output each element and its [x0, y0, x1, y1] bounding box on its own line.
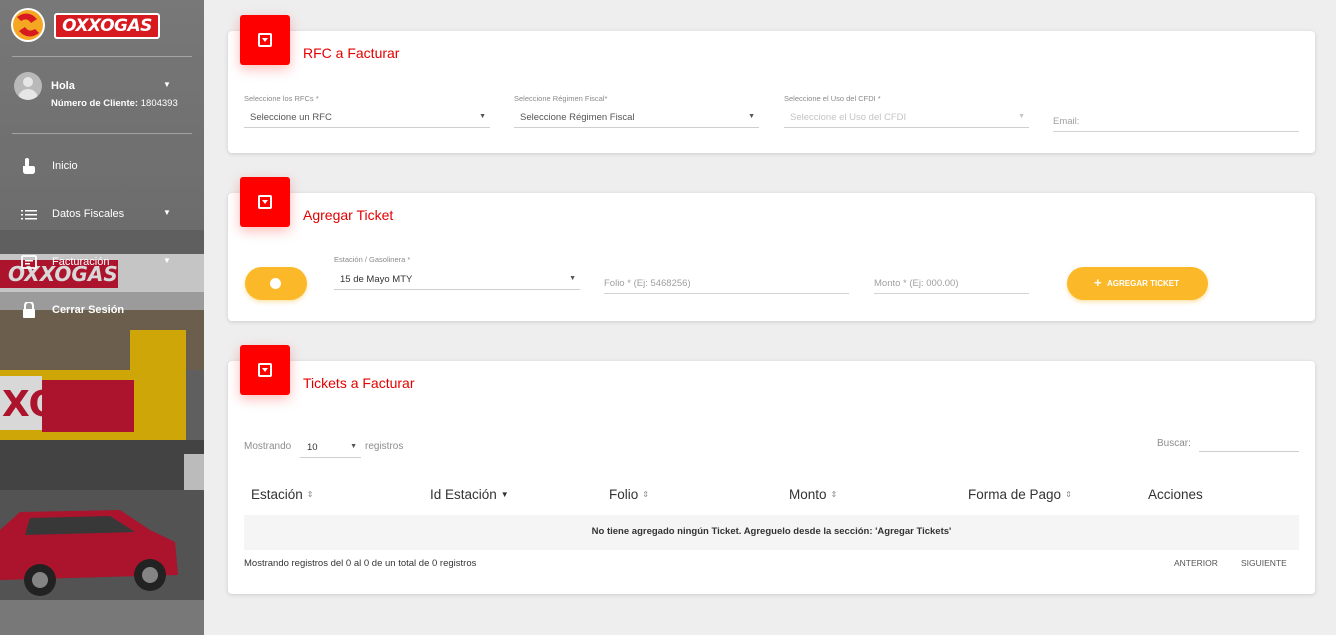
sidebar-divider — [12, 133, 192, 134]
sidebar-item-cerrar-sesion[interactable]: Cerrar Sesión — [0, 295, 204, 325]
chevron-down-icon: ▼ — [163, 208, 171, 217]
length-prefix: Mostrando — [244, 441, 292, 452]
table-info: Mostrando registros del 0 al 0 de un tot… — [244, 558, 477, 569]
inbox-icon — [258, 33, 272, 47]
regimen-select-value: Seleccione Régimen Fiscal — [520, 112, 635, 123]
dropdown-arrow-icon: ▼ — [569, 275, 576, 282]
avatar — [14, 72, 42, 100]
client-number-value: 1804393 — [140, 98, 178, 109]
length-suffix: registros — [365, 441, 404, 452]
folio-placeholder: Folio * (Ej: 5468256) — [604, 278, 691, 289]
column-label: Monto — [789, 487, 827, 502]
sort-desc-icon: ▼ — [500, 490, 509, 499]
add-ticket-label: AGREGAR TICKET — [1107, 279, 1179, 288]
card-title: Agregar Ticket — [303, 207, 394, 223]
column-header-forma-de-pago[interactable]: Forma de Pago ⇕ — [968, 487, 1072, 502]
dropdown-arrow-icon: ▼ — [1018, 113, 1025, 120]
user-greeting[interactable]: Hola — [51, 80, 75, 92]
sidebar-item-label: Datos Fiscales — [52, 208, 125, 220]
cfdi-select[interactable]: Seleccione el Uso del CFDI ▼ — [784, 108, 1029, 128]
column-header-folio[interactable]: Folio ⇕ — [609, 487, 649, 502]
card-title: Tickets a Facturar — [303, 375, 415, 391]
column-header-id-estacion[interactable]: Id Estación ▼ — [430, 487, 509, 502]
inbox-icon — [258, 195, 272, 209]
column-header-estacion[interactable]: Estación ⇕ — [251, 487, 313, 502]
sort-icon: ⇕ — [642, 490, 649, 499]
oxxo-mark-icon — [11, 8, 45, 42]
regimen-label: Seleccione Régimen Fiscal* — [514, 94, 608, 103]
lock-icon — [23, 302, 35, 318]
card-header-icon — [240, 345, 290, 395]
station-label: Estación / Gasolinera * — [334, 255, 411, 264]
column-label: Folio — [609, 487, 639, 502]
sidebar-item-label: Facturación — [52, 256, 110, 268]
prev-page-button[interactable]: ANTERIOR — [1174, 558, 1218, 568]
dropdown-arrow-icon: ▼ — [748, 113, 755, 120]
sidebar-item-datos-fiscales[interactable]: Datos Fiscales ▼ — [0, 199, 204, 229]
station-select-value: 15 de Mayo MTY — [340, 274, 413, 285]
column-label: Acciones — [1148, 487, 1203, 502]
plus-icon: + — [1094, 275, 1102, 290]
hand-pointer-icon — [23, 158, 35, 174]
rfc-select-value: Seleccione un RFC — [250, 112, 332, 123]
sidebar-item-facturacion[interactable]: Facturación ▼ — [0, 247, 204, 277]
cfdi-label: Seleccione el Uso del CFDI * — [784, 94, 881, 103]
gas-station-photo: OXXOGAS XO — [0, 230, 204, 635]
card-header-icon — [240, 15, 290, 65]
column-label: Estación — [251, 487, 303, 502]
sidebar-divider — [12, 56, 192, 57]
card-header-icon — [240, 177, 290, 227]
page-length-select[interactable]: 10 ▼ — [300, 437, 361, 458]
empty-message: No tiene agregado ningún Ticket. Agregue… — [591, 526, 952, 537]
email-field[interactable]: Email: — [1053, 110, 1299, 132]
inbox-icon — [258, 363, 272, 377]
rfc-select[interactable]: Seleccione un RFC ▼ — [244, 108, 490, 128]
column-label: Forma de Pago — [968, 487, 1062, 502]
circle-icon — [270, 278, 281, 289]
sidebar: OXXOGAS XO OXXOGAS Hola ▼ Número de Clie… — [0, 0, 204, 635]
dropdown-arrow-icon: ▼ — [350, 443, 357, 450]
next-page-button[interactable]: SIGUIENTE — [1241, 558, 1287, 568]
card-title: RFC a Facturar — [303, 45, 400, 61]
email-placeholder: Email: — [1053, 116, 1080, 127]
sidebar-item-inicio[interactable]: Inicio — [0, 151, 204, 181]
folio-field[interactable]: Folio * (Ej: 5468256) — [604, 272, 849, 294]
client-label: Número de Cliente: — [51, 98, 139, 109]
dropdown-arrow-icon: ▼ — [479, 113, 486, 120]
oxxogas-logo[interactable]: OXXOGAS — [9, 7, 160, 43]
sort-icon: ⇕ — [830, 490, 838, 499]
rfc-label: Seleccione los RFCs * — [244, 94, 319, 103]
column-label: Id Estación — [430, 487, 497, 502]
scan-ticket-toggle[interactable] — [245, 267, 307, 300]
sort-icon: ⇕ — [1065, 490, 1072, 499]
column-header-monto[interactable]: Monto ⇕ — [789, 487, 837, 502]
column-header-acciones: Acciones — [1148, 487, 1203, 502]
table-empty-row: No tiene agregado ningún Ticket. Agregue… — [244, 515, 1299, 550]
monto-field[interactable]: Monto * (Ej: 000.00) — [874, 272, 1029, 294]
monto-placeholder: Monto * (Ej: 000.00) — [874, 278, 959, 289]
sidebar-item-label: Cerrar Sesión — [52, 304, 125, 316]
invoice-icon — [21, 255, 37, 269]
page-length-value: 10 — [307, 442, 318, 453]
add-ticket-button[interactable]: + AGREGAR TICKET — [1067, 267, 1208, 300]
client-number: Número de Cliente: 1804393 — [51, 98, 178, 109]
cfdi-select-value: Seleccione el Uso del CFDI — [790, 112, 907, 123]
chevron-down-icon[interactable]: ▼ — [163, 80, 171, 89]
chevron-down-icon: ▼ — [163, 256, 171, 265]
search-input[interactable] — [1199, 435, 1299, 452]
list-icon — [21, 210, 37, 220]
sort-icon: ⇕ — [306, 490, 314, 499]
search-label: Buscar: — [1157, 438, 1191, 449]
station-select[interactable]: 15 de Mayo MTY ▼ — [334, 270, 580, 290]
logo-wordmark: OXXOGAS — [54, 13, 160, 39]
sidebar-item-label: Inicio — [52, 160, 78, 172]
regimen-select[interactable]: Seleccione Régimen Fiscal ▼ — [514, 108, 759, 128]
